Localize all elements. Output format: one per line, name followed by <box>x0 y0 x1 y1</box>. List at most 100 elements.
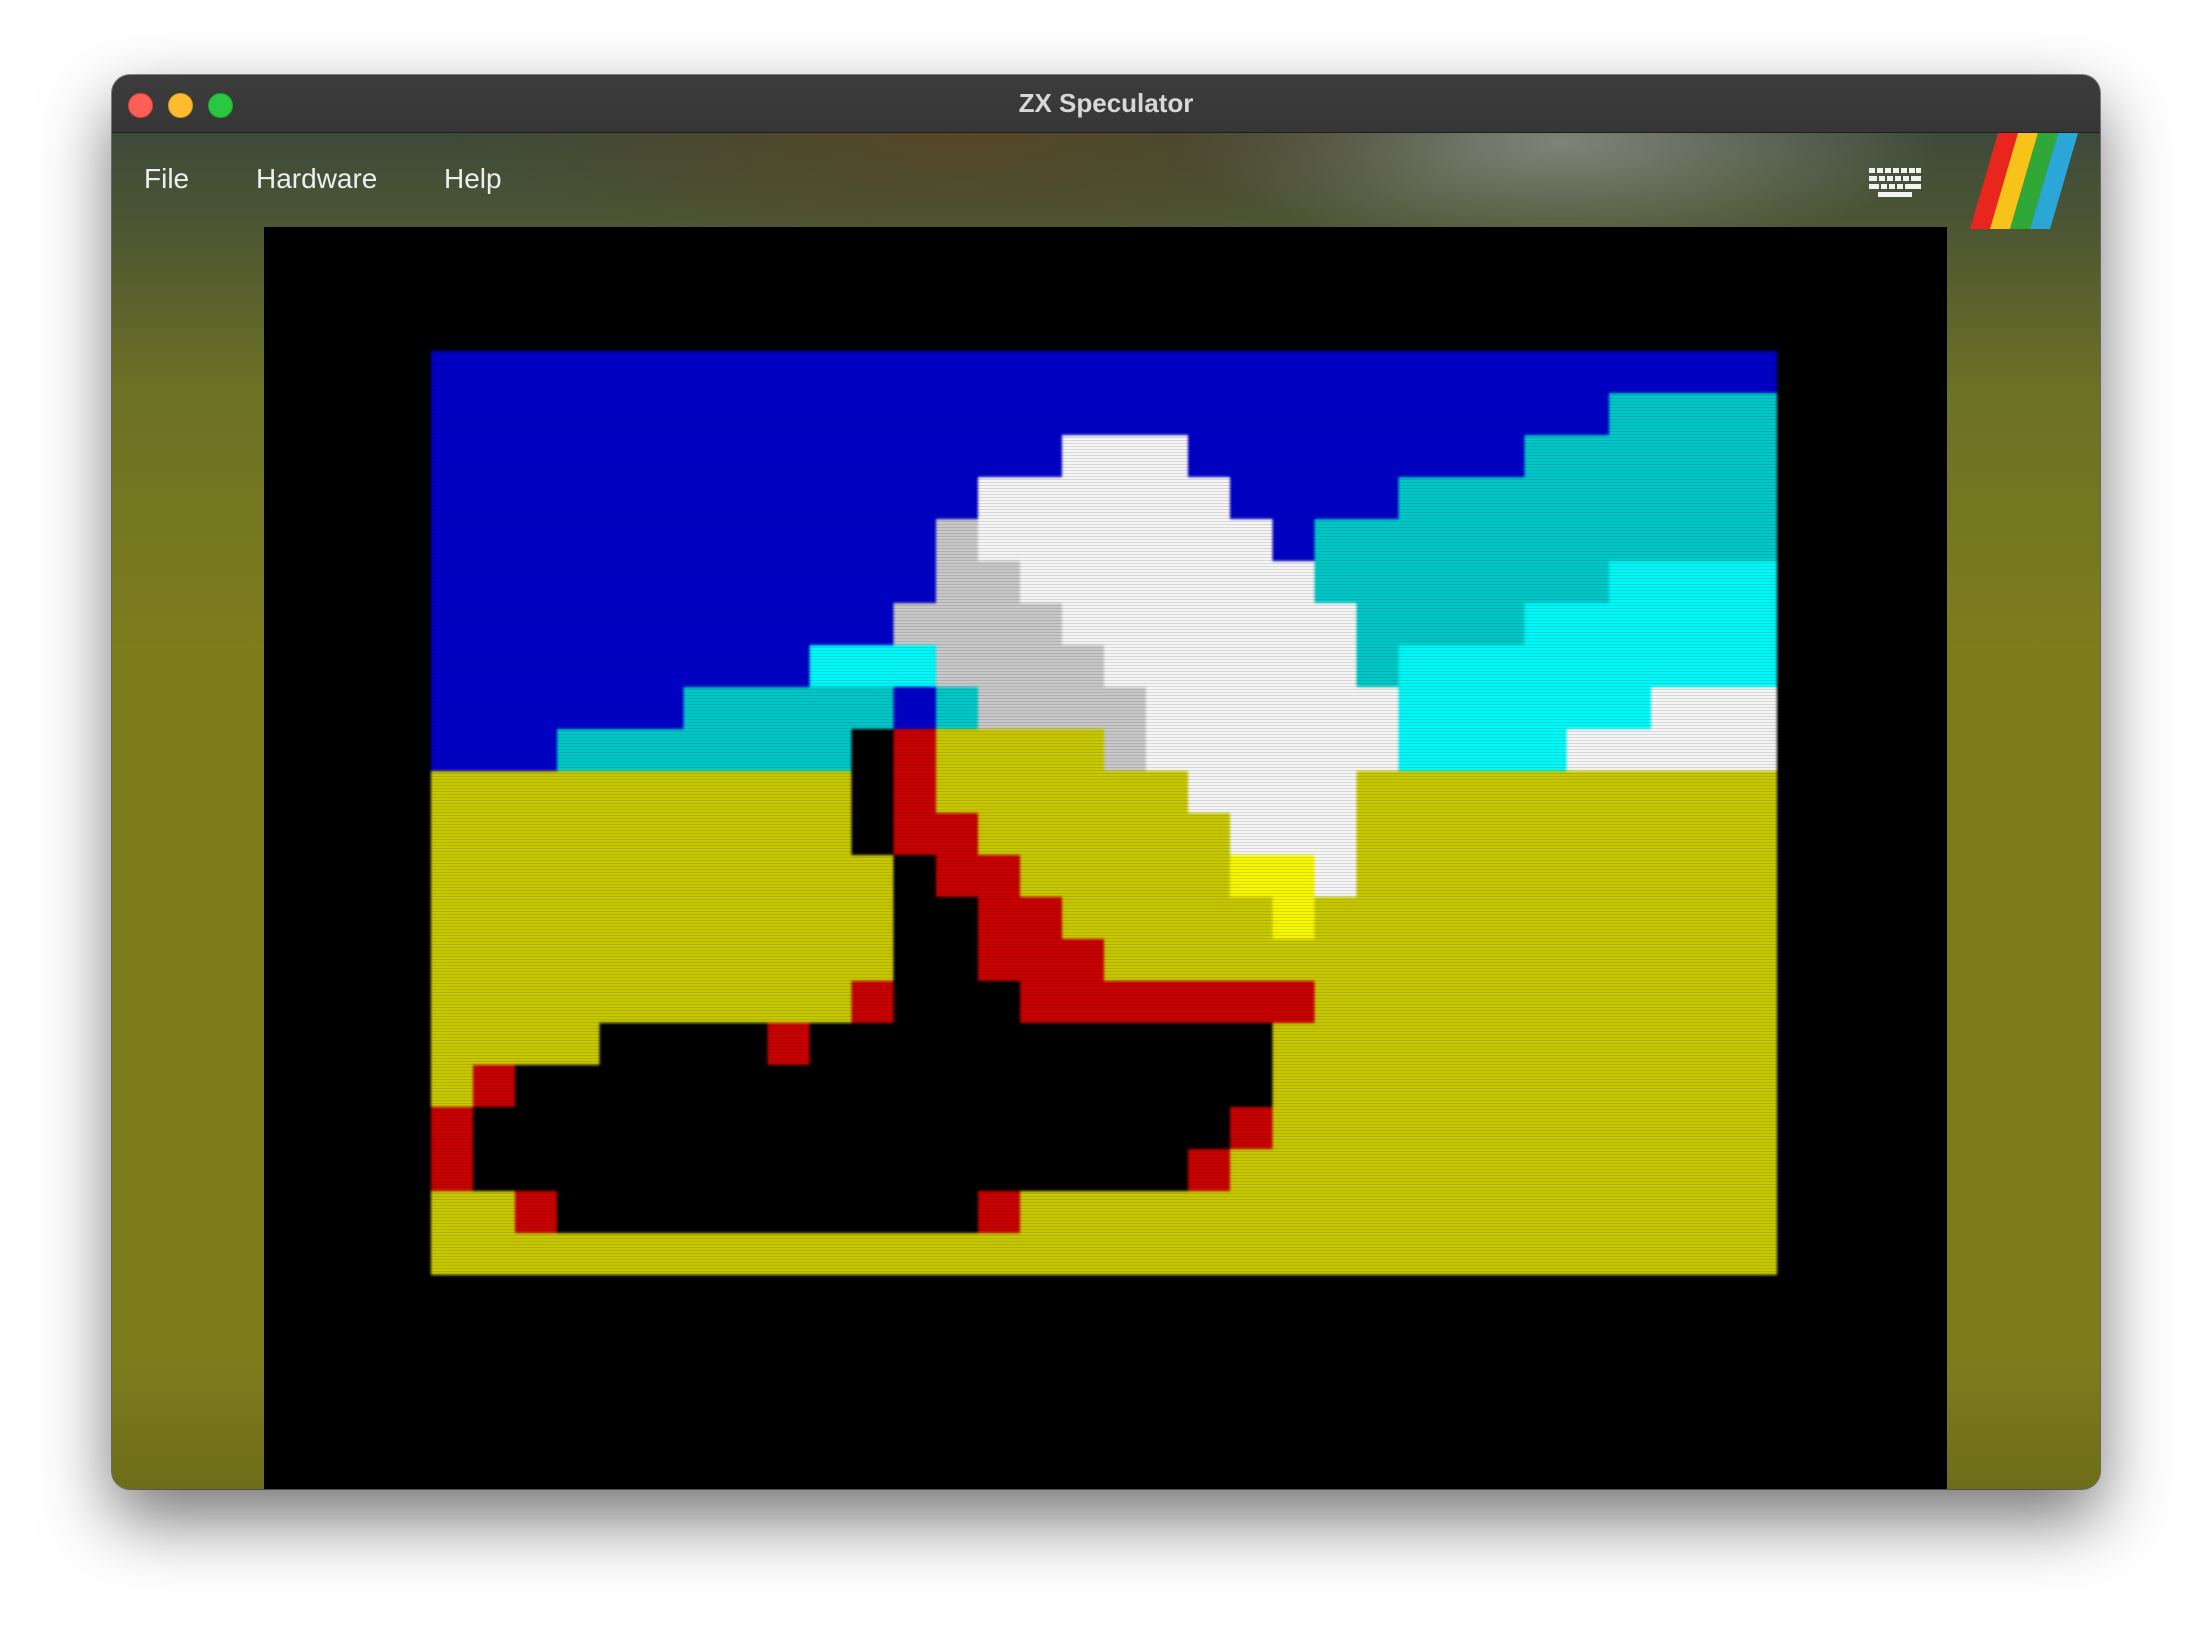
screen-pixel-block <box>851 981 895 1024</box>
screen-pixel-block <box>1398 477 1777 520</box>
screen-pixel-block <box>431 1065 474 1108</box>
screen-pixel-block <box>893 603 1063 646</box>
screen-pixel-block <box>1230 477 1400 520</box>
screen-pixel-block <box>1314 981 1777 1024</box>
screen-pixel-block <box>1356 603 1526 646</box>
menu-hardware[interactable]: Hardware <box>256 163 377 195</box>
zx-spectrum-logo <box>1970 133 2078 229</box>
screen-pixel-block <box>1314 855 1357 898</box>
screen-pixel-block <box>809 645 937 688</box>
screen-pixel-block <box>599 1023 769 1066</box>
screen-pixel-block <box>893 897 979 940</box>
screen-pixel-block <box>683 687 895 730</box>
screen-pixel-block <box>431 477 979 520</box>
keyboard-icon[interactable] <box>1868 166 1922 198</box>
screen-pixel-block <box>1104 729 1147 772</box>
screen-pixel-block <box>431 645 811 688</box>
screen-pixel-block <box>935 729 1105 772</box>
screen-pixel-block <box>1272 519 1315 562</box>
screen-pixel-block <box>1019 855 1231 898</box>
screen-pixel-block <box>851 729 895 772</box>
title-bar[interactable]: ZX Speculator <box>112 75 2100 133</box>
window-title: ZX Speculator <box>1018 88 1194 118</box>
screen-pixel-block <box>431 519 937 562</box>
screen-pixel-block <box>1230 1107 1273 1150</box>
screen-pixel-block <box>1230 855 1315 898</box>
screen-pixel-block <box>893 813 979 856</box>
screen-pixel-block <box>431 1023 600 1066</box>
screen-pixel-block <box>1019 1191 1777 1234</box>
screen-pixel-block <box>1272 1107 1777 1150</box>
screen-pixel-block <box>431 435 1063 478</box>
screen-pixel-block <box>1398 729 1568 772</box>
screen-pixel-block <box>935 519 979 562</box>
screen-pixel-block <box>1398 687 1652 730</box>
screen-pixel-block <box>1188 1149 1231 1192</box>
menu-file[interactable]: File <box>144 163 189 195</box>
screen-pixel-block <box>1146 729 1400 772</box>
menu-bar: File Hardware Help <box>112 133 2100 229</box>
screen-pixel-block <box>935 645 1105 688</box>
menu-help[interactable]: Help <box>444 163 502 195</box>
screen-pixel-block <box>1650 687 1777 730</box>
screen-pixel-block <box>1019 981 1315 1024</box>
screen-pixel-block <box>977 813 1231 856</box>
screen-pixel-block <box>1608 561 1777 604</box>
screen-pixel-block <box>851 771 895 814</box>
screen-pixel-block <box>431 939 895 982</box>
screen-pixel-block <box>1314 519 1777 562</box>
screen-pixel-block <box>1566 729 1777 772</box>
screen-pixel-block <box>935 855 1021 898</box>
screen-pixel-block <box>1061 897 1273 940</box>
screen-pixel-block <box>977 897 1063 940</box>
screen-pixel-block <box>431 1191 516 1234</box>
screen-pixel-block <box>1314 561 1610 604</box>
screen-paper <box>431 351 1777 1275</box>
screen-pixel-block <box>431 603 895 646</box>
screen-pixel-block <box>977 519 1273 562</box>
screen-pixel-block <box>1524 603 1777 646</box>
screen-pixel-block <box>431 1149 474 1192</box>
screen-pixel-block <box>977 687 1147 730</box>
screen-pixel-block <box>1314 897 1777 940</box>
screen-pixel-block <box>893 729 937 772</box>
screen-pixel-block <box>473 1149 1189 1192</box>
screen-pixel-block <box>431 1233 1777 1275</box>
screen-pixel-block <box>809 1023 1273 1066</box>
screen-pixel-block <box>473 1107 1231 1150</box>
screen-pixel-block <box>431 1107 474 1150</box>
screen-pixel-block <box>431 687 684 730</box>
screen-pixel-block <box>1188 771 1357 814</box>
screen-pixel-block <box>1146 687 1400 730</box>
screen-pixel-block <box>767 1023 811 1066</box>
screen-pixel-block <box>935 561 1021 604</box>
screen-pixel-block <box>1019 561 1315 604</box>
screen-pixel-block <box>1061 435 1189 478</box>
screen-pixel-block <box>431 771 853 814</box>
screen-pixel-block <box>1188 435 1526 478</box>
screen-pixel-block <box>893 981 1021 1024</box>
screen-pixel-block <box>1104 645 1357 688</box>
screen-pixel-block <box>557 729 853 772</box>
screen-pixel-block <box>1356 855 1777 898</box>
screen-pixel-block <box>473 1065 516 1108</box>
screen-pixel-block <box>431 561 937 604</box>
screen-pixel-block <box>1356 813 1777 856</box>
emulator-screen[interactable] <box>264 227 1947 1489</box>
screen-pixel-block <box>1230 813 1357 856</box>
screen-pixel-block <box>1272 1023 1777 1066</box>
screen-pixel-block <box>431 351 1777 394</box>
screen-pixel-block <box>893 687 937 730</box>
screen-pixel-block <box>893 939 979 982</box>
screen-pixel-block <box>1272 897 1315 940</box>
screen-pixel-block <box>1356 771 1777 814</box>
screen-pixel-block <box>977 477 1231 520</box>
screen-pixel-block <box>1398 645 1777 688</box>
screen-pixel-block <box>893 771 937 814</box>
emulator-content: File Hardware Help <box>112 133 2100 1489</box>
screen-pixel-block <box>557 1191 979 1234</box>
screen-pixel-block <box>935 687 979 730</box>
screen-pixel-block <box>431 813 853 856</box>
screen-pixel-block <box>1230 1149 1777 1192</box>
screen-pixel-block <box>977 1191 1021 1234</box>
